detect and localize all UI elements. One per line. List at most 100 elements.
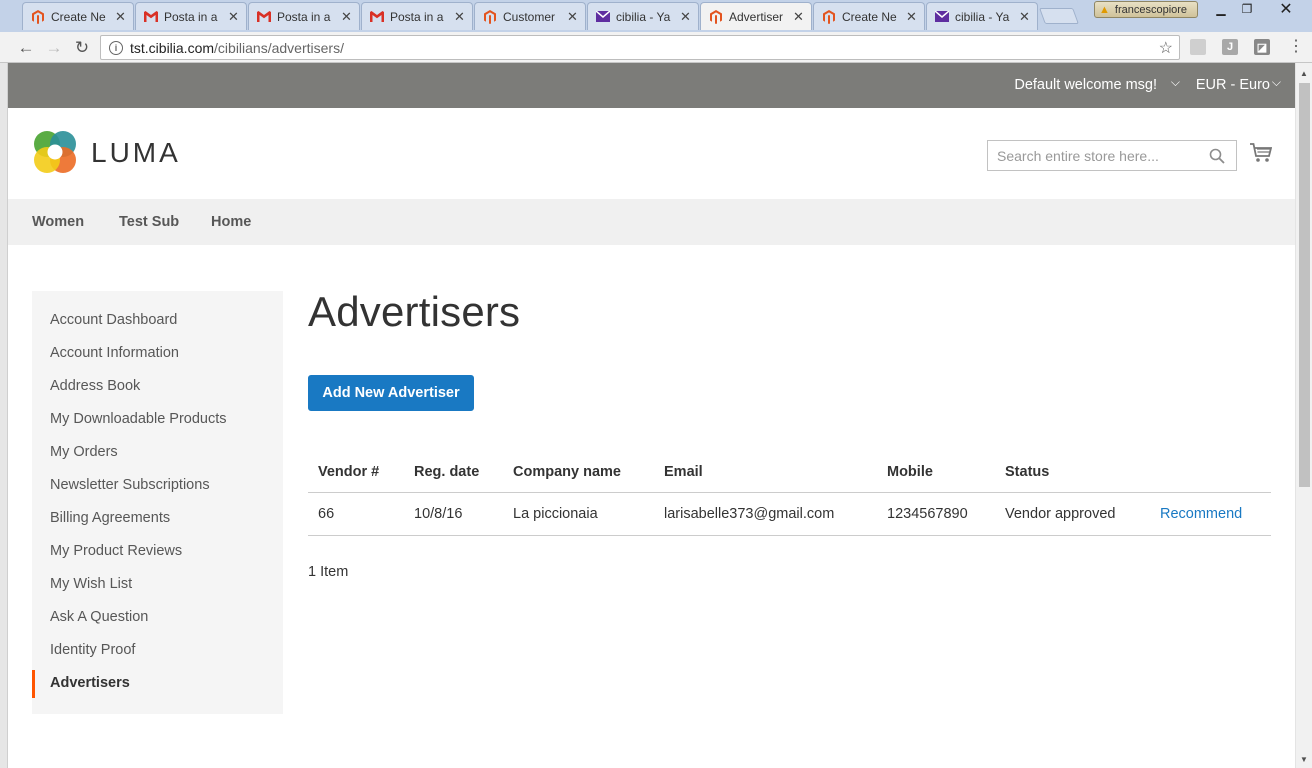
nav-item-home[interactable]: Home xyxy=(211,214,251,230)
nav-item-test-sub[interactable]: Test Sub xyxy=(119,214,179,230)
site-info-icon[interactable]: i xyxy=(109,40,123,55)
cell-company: La piccionaia xyxy=(513,506,598,522)
browser-tab[interactable]: Posta in a ✕ xyxy=(248,2,360,30)
tab-title: Posta in a xyxy=(277,9,331,24)
sidebar-item-advertisers[interactable]: Advertisers xyxy=(50,675,130,691)
column-header-company: Company name xyxy=(513,464,621,480)
address-bar[interactable]: i tst.cibilia.com/cibilians/advertisers/… xyxy=(100,35,1180,60)
table-header: Vendor # Reg. date Company name Email Mo… xyxy=(308,455,1271,493)
cart-icon[interactable] xyxy=(1250,143,1273,168)
browser-tab[interactable]: Create Ne ✕ xyxy=(813,2,925,30)
column-header-vendor: Vendor # xyxy=(318,464,380,480)
close-tab-icon[interactable]: ✕ xyxy=(1019,9,1031,25)
search-placeholder: Search entire store here... xyxy=(997,147,1159,164)
sidebar-item-my-orders[interactable]: My Orders xyxy=(50,444,118,460)
new-tab-button[interactable] xyxy=(1039,8,1079,24)
sidebar-item-account-dashboard[interactable]: Account Dashboard xyxy=(50,312,177,328)
close-tab-icon[interactable]: ✕ xyxy=(341,9,353,25)
close-window-icon[interactable]: ✕ xyxy=(1262,0,1310,18)
browser-tab[interactable]: cibilia - Ya ✕ xyxy=(926,2,1038,30)
sidebar-item-wish-list[interactable]: My Wish List xyxy=(50,576,132,592)
column-header-email: Email xyxy=(664,464,703,480)
browser-menu-icon[interactable]: ⋮ xyxy=(1288,38,1304,56)
magento-icon xyxy=(822,9,836,24)
sidebar-item-account-information[interactable]: Account Information xyxy=(50,345,179,361)
close-tab-icon[interactable]: ✕ xyxy=(115,9,127,25)
close-tab-icon[interactable]: ✕ xyxy=(567,9,579,25)
column-header-reg-date: Reg. date xyxy=(414,464,480,480)
extension-j-icon[interactable]: J xyxy=(1222,39,1238,55)
browser-tab[interactable]: cibilia - Ya ✕ xyxy=(587,2,699,30)
close-tab-icon[interactable]: ✕ xyxy=(793,9,805,25)
recommend-link[interactable]: Recommend xyxy=(1160,506,1242,522)
sidebar-active-indicator xyxy=(32,670,35,698)
extension-icon[interactable] xyxy=(1190,39,1206,55)
minimize-icon[interactable]: ▁ xyxy=(1208,0,1234,18)
reload-icon[interactable]: ↻ xyxy=(70,36,94,60)
tab-title: cibilia - Ya xyxy=(616,9,671,24)
brand-name: LUMA xyxy=(91,136,181,168)
welcome-message: Default welcome msg! xyxy=(1014,77,1157,93)
sidebar-item-billing-agreements[interactable]: Billing Agreements xyxy=(50,510,170,526)
advertisers-table: Vendor # Reg. date Company name Email Mo… xyxy=(308,455,1271,536)
browser-tab[interactable]: Posta in a ✕ xyxy=(135,2,247,30)
currency-switcher[interactable]: EUR - Euro xyxy=(1196,77,1270,93)
column-header-mobile: Mobile xyxy=(887,464,933,480)
tab-title: Advertiser xyxy=(729,9,784,24)
extension-icon[interactable]: ◪ xyxy=(1254,39,1270,55)
yahoo-mail-icon xyxy=(596,10,610,24)
profile-name: francescopiore xyxy=(1114,3,1188,16)
cell-mobile: 1234567890 xyxy=(887,506,968,522)
restore-icon[interactable]: ❐ xyxy=(1236,0,1258,18)
cell-email: larisabelle373@gmail.com xyxy=(664,506,835,522)
forward-arrow-icon[interactable]: → xyxy=(42,36,66,60)
close-tab-icon[interactable]: ✕ xyxy=(680,9,692,25)
search-icon[interactable] xyxy=(1209,148,1225,167)
sidebar-item-ask-question[interactable]: Ask A Question xyxy=(50,609,148,625)
close-tab-icon[interactable]: ✕ xyxy=(906,9,918,25)
browser-toolbar: ← → ↻ i tst.cibilia.com/cibilians/advert… xyxy=(0,32,1312,63)
luma-logo-icon xyxy=(34,131,76,173)
bookmark-star-icon[interactable]: ☆ xyxy=(1159,38,1173,58)
browser-tab[interactable]: Customer ✕ xyxy=(474,2,586,30)
store-logo[interactable]: LUMA xyxy=(32,130,181,175)
account-sidebar: Account Dashboard Account Information Ad… xyxy=(32,291,283,714)
scrollbar-thumb[interactable] xyxy=(1299,83,1310,487)
tab-title: Posta in a xyxy=(164,9,218,24)
cell-reg-date: 10/8/16 xyxy=(414,506,463,522)
sidebar-item-identity-proof[interactable]: Identity Proof xyxy=(50,642,135,658)
chevron-down-icon[interactable]: ⌵ xyxy=(1171,75,1180,90)
sidebar-item-newsletter[interactable]: Newsletter Subscriptions xyxy=(50,477,210,493)
back-arrow-icon[interactable]: ← xyxy=(14,36,38,60)
search-input[interactable]: Search entire store here... xyxy=(987,140,1237,171)
tab-title: Customer xyxy=(503,9,556,24)
browser-tab[interactable]: Posta in a ✕ xyxy=(361,2,473,30)
cell-vendor: 66 xyxy=(318,506,335,522)
magento-icon xyxy=(483,9,497,24)
sidebar-item-address-book[interactable]: Address Book xyxy=(50,378,140,394)
tab-title: Create Ne xyxy=(842,9,897,24)
nav-item-women[interactable]: Women xyxy=(32,214,84,230)
browser-tab-active[interactable]: Advertiser ✕ xyxy=(700,2,812,30)
scroll-up-arrow-icon[interactable]: ▲ xyxy=(1296,65,1312,82)
table-row: 66 10/8/16 La piccionaia larisabelle373@… xyxy=(308,493,1271,536)
chevron-down-icon[interactable]: ⌵ xyxy=(1272,75,1281,90)
sidebar-item-downloadable-products[interactable]: My Downloadable Products xyxy=(50,411,227,427)
add-new-advertiser-button[interactable]: Add New Advertiser xyxy=(308,375,474,411)
main-navigation: Women Test Sub Home xyxy=(8,199,1295,245)
cell-status: Vendor approved xyxy=(1005,506,1116,522)
close-tab-icon[interactable]: ✕ xyxy=(228,9,240,25)
scroll-down-arrow-icon[interactable]: ▼ xyxy=(1296,751,1312,768)
browser-tab[interactable]: Create Ne ✕ xyxy=(22,2,134,30)
url-host: tst.cibilia.com xyxy=(130,39,215,56)
close-tab-icon[interactable]: ✕ xyxy=(454,9,466,25)
item-count: 1 Item xyxy=(308,564,349,580)
browser-tab-strip: Create Ne ✕ Posta in a ✕ Posta in a ✕ Po… xyxy=(0,0,1312,32)
page-scrollbar[interactable]: ▲ ▼ xyxy=(1295,63,1312,768)
gmail-icon xyxy=(144,10,158,24)
profile-button[interactable]: ▲ francescopiore xyxy=(1094,1,1198,18)
sidebar-item-product-reviews[interactable]: My Product Reviews xyxy=(50,543,182,559)
header-panel: Default welcome msg! ⌵ EUR - Euro ⌵ xyxy=(8,63,1295,108)
window-edge xyxy=(0,63,8,768)
page-title: Advertisers xyxy=(308,288,521,335)
